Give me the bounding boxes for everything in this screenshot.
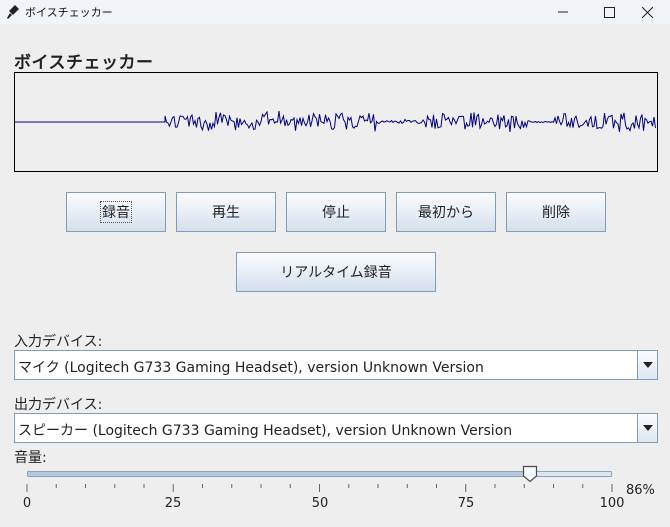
minimize-button[interactable]	[540, 0, 586, 24]
input-device-select[interactable]: マイク (Logitech G733 Gaming Headset), vers…	[14, 350, 658, 380]
play-button[interactable]: 再生	[176, 192, 276, 232]
tick-label-25: 25	[164, 496, 182, 511]
page-heading: ボイスチェッカー	[14, 53, 154, 73]
waveform-graph	[15, 110, 656, 132]
title-bar: ボイスチェッカー	[0, 0, 670, 24]
volume-slider-thumb[interactable]	[522, 465, 538, 483]
delete-button-label: 削除	[542, 205, 570, 221]
waveform-display	[14, 72, 658, 172]
restart-button-label: 最初から	[418, 205, 474, 221]
delete-button[interactable]: 削除	[506, 192, 606, 232]
tick-label-0: 0	[22, 496, 32, 511]
waveform-line	[15, 110, 656, 132]
record-button-label: 録音	[100, 201, 132, 223]
tick-label-75: 75	[457, 496, 475, 511]
volume-percent: 86%	[626, 483, 655, 498]
restart-button[interactable]: 最初から	[396, 192, 496, 232]
chevron-down-icon	[642, 362, 653, 368]
stop-button[interactable]: 停止	[286, 192, 386, 232]
volume-slider[interactable]: 0 25 50 75 100 86%	[0, 460, 670, 527]
output-device-dropdown-button[interactable]	[637, 414, 657, 442]
record-button[interactable]: 録音	[66, 192, 166, 232]
input-device-label: 入力デバイス:	[14, 334, 103, 350]
play-button-label: 再生	[212, 205, 240, 221]
output-device-label: 出力デバイス:	[14, 397, 103, 413]
volume-slider-fill	[28, 472, 532, 476]
close-button[interactable]	[624, 0, 670, 24]
microphone-icon	[7, 5, 19, 19]
close-icon	[641, 6, 653, 18]
volume-slider-ticks	[26, 484, 613, 492]
input-device-value: マイク (Logitech G733 Gaming Headset), vers…	[18, 360, 484, 376]
window-title: ボイスチェッカー	[25, 6, 113, 19]
realtime-record-button-label: リアルタイム録音	[280, 265, 392, 281]
realtime-record-button[interactable]: リアルタイム録音	[236, 252, 436, 292]
input-device-dropdown-button[interactable]	[637, 351, 657, 379]
tick-label-50: 50	[311, 496, 329, 511]
maximize-icon	[603, 6, 615, 18]
tick-label-100: 100	[599, 496, 625, 511]
output-device-select[interactable]: スピーカー (Logitech G733 Gaming Headset), ve…	[14, 413, 658, 443]
chevron-down-icon	[642, 425, 653, 431]
minimize-icon	[558, 11, 568, 13]
output-device-value: スピーカー (Logitech G733 Gaming Headset), ve…	[18, 423, 513, 439]
stop-button-label: 停止	[322, 205, 350, 221]
